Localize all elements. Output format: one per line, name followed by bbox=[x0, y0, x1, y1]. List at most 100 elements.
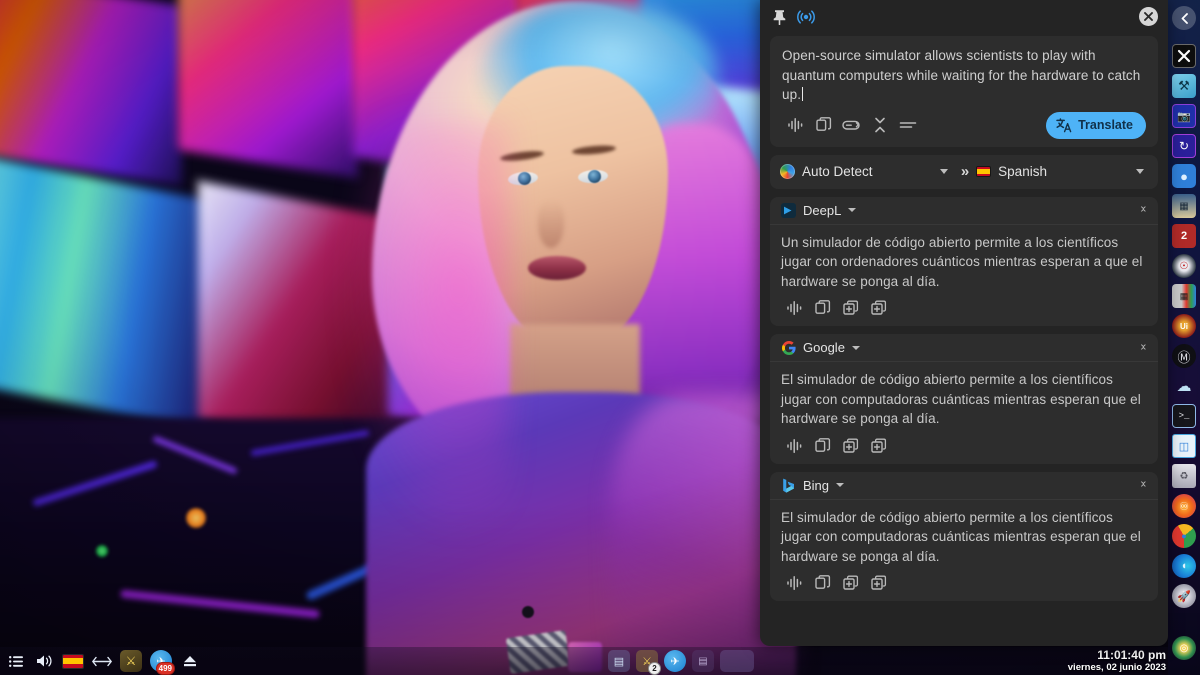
keyboard-language-flag-icon[interactable] bbox=[62, 653, 84, 669]
menu-list-icon[interactable] bbox=[6, 651, 26, 671]
telegram-badge: 499 bbox=[155, 662, 175, 675]
dock-item-tools[interactable]: ⚒ bbox=[1172, 74, 1196, 98]
dock-item-blue-circle-app[interactable]: ● bbox=[1172, 164, 1196, 188]
swap-languages-button[interactable]: » bbox=[952, 163, 976, 180]
add-to-notes-button[interactable] bbox=[865, 434, 893, 458]
engine-card-deepl: DeepL ⌄ ⌃ Un simulador de código abierto … bbox=[770, 196, 1158, 326]
taskbar[interactable]: ⚔ ✈ 499 ▤ ⚔ 2 ✈ ▤ bbox=[0, 647, 1168, 675]
dictionary-button[interactable] bbox=[838, 113, 866, 137]
chevron-down-icon bbox=[1136, 169, 1144, 174]
engine-header-deepl[interactable]: DeepL ⌄ ⌃ bbox=[770, 197, 1158, 225]
file-manager-icon: ◫ bbox=[1178, 440, 1190, 453]
add-to-collection-button[interactable] bbox=[837, 296, 865, 320]
dock-item-terminal[interactable]: >_ bbox=[1172, 404, 1196, 428]
volume-speaker-icon[interactable] bbox=[34, 651, 54, 671]
close-button[interactable] bbox=[1139, 7, 1158, 26]
dock-item-file-manager[interactable]: ◫ bbox=[1172, 434, 1196, 458]
eject-icon[interactable] bbox=[180, 651, 200, 671]
format-lines-button[interactable] bbox=[894, 113, 922, 137]
collapse-button[interactable] bbox=[866, 113, 894, 137]
translate-icon bbox=[1056, 117, 1072, 132]
source-text-value: Open-source simulator allows scientists … bbox=[782, 48, 1145, 102]
broadcast-icon[interactable] bbox=[796, 7, 816, 27]
translate-button[interactable]: Translate bbox=[1046, 111, 1146, 139]
dock-item-speed-gauge[interactable]: ☉ bbox=[1172, 254, 1196, 278]
target-language-selector[interactable]: Spanish bbox=[976, 164, 1148, 179]
translator-panel: Open-source simulator allows scientists … bbox=[760, 0, 1168, 646]
chevron-down-icon[interactable] bbox=[848, 208, 857, 212]
engine-body-bing: El simulador de código abierto permite a… bbox=[770, 500, 1158, 602]
add-to-collection-button[interactable] bbox=[837, 571, 865, 595]
engine-card-bing: Bing ⌄ ⌃ El simulador de código abierto p… bbox=[770, 471, 1158, 602]
dock-item-firefox[interactable]: ♾ bbox=[1172, 494, 1196, 518]
taskbar-window-4[interactable] bbox=[720, 650, 754, 672]
copy-result-button[interactable] bbox=[809, 571, 837, 595]
globe-icon bbox=[780, 164, 795, 179]
engine-result-deepl: Un simulador de código abierto permite a… bbox=[781, 234, 1143, 289]
engine-toolbar-bing[interactable] bbox=[781, 571, 1147, 595]
add-to-notes-button[interactable] bbox=[865, 296, 893, 320]
engine-toolbar-google[interactable] bbox=[781, 434, 1147, 458]
media-player-icon: Ⓜ bbox=[1177, 349, 1191, 365]
taskbar-window-3[interactable]: ▤ bbox=[692, 650, 714, 672]
taskbar-window-telegram[interactable]: ✈ bbox=[664, 650, 686, 672]
taskbar-window-1[interactable]: ▤ bbox=[608, 650, 630, 672]
taskbar-tray[interactable]: ⚔ ✈ 499 bbox=[6, 650, 200, 675]
clock: 11:01:40 pm viernes, 02 junio 2023 bbox=[1067, 648, 1166, 674]
dock-back-button[interactable] bbox=[1172, 6, 1196, 30]
screen: ⚒ 📷 ↻ ● ▦ 2 ☉ ▦ Ui Ⓜ ☁ >_ ◫ ♻ ♾ ● ◖ 🚀 ◎ … bbox=[0, 0, 1200, 675]
dock-item-media-player[interactable]: Ⓜ bbox=[1172, 344, 1196, 368]
clock-date: viernes, 02 junio 2023 bbox=[1067, 662, 1166, 674]
add-to-collection-button[interactable] bbox=[837, 434, 865, 458]
dock-item-screenshot[interactable]: 📷 bbox=[1172, 104, 1196, 128]
source-text-input[interactable]: Open-source simulator allows scientists … bbox=[782, 46, 1146, 105]
dock-item-chrome[interactable]: ● bbox=[1172, 524, 1196, 548]
collapse-toggle-google[interactable]: ⌄ ⌃ bbox=[1139, 338, 1148, 357]
speak-source-button[interactable] bbox=[782, 113, 810, 137]
copy-result-button[interactable] bbox=[809, 434, 837, 458]
source-toolbar[interactable]: Translate bbox=[782, 111, 1146, 139]
color-picker-icon: ▦ bbox=[1179, 290, 1189, 301]
engine-toolbar-deepl[interactable] bbox=[781, 296, 1147, 320]
speak-result-button[interactable] bbox=[781, 434, 809, 458]
add-to-notes-button[interactable] bbox=[865, 571, 893, 595]
dock-item-cloud-sync[interactable]: ☁ bbox=[1172, 374, 1196, 398]
dock-item-app-store[interactable]: ◎ bbox=[1172, 636, 1196, 660]
deepl-logo-icon bbox=[781, 202, 796, 218]
collapse-toggle-deepl[interactable]: ⌄ ⌃ bbox=[1139, 201, 1148, 220]
source-language-selector[interactable]: Auto Detect bbox=[780, 164, 952, 179]
dock-item-color-picker[interactable]: ▦ bbox=[1172, 284, 1196, 308]
chevron-down-icon[interactable] bbox=[851, 345, 860, 350]
dock-item-xnview[interactable] bbox=[1172, 44, 1196, 68]
dock-item-ui-app[interactable]: Ui bbox=[1172, 314, 1196, 338]
dock-item-edge[interactable]: ◖ bbox=[1172, 554, 1196, 578]
chevron-down-icon[interactable] bbox=[836, 483, 845, 487]
right-dock[interactable]: ⚒ 📷 ↻ ● ▦ 2 ☉ ▦ Ui Ⓜ ☁ >_ ◫ ♻ ♾ ● ◖ 🚀 ◎ bbox=[1168, 0, 1200, 675]
telegram-tray-icon[interactable]: ✈ 499 bbox=[150, 650, 175, 675]
flag-spain-icon bbox=[976, 166, 992, 177]
taskbar-apps[interactable]: ▤ ⚔ 2 ✈ ▤ bbox=[200, 650, 1162, 675]
copy-result-button[interactable] bbox=[809, 296, 837, 320]
resize-arrows-icon[interactable] bbox=[92, 651, 112, 671]
speak-result-button[interactable] bbox=[781, 571, 809, 595]
dock-item-photo-viewer[interactable]: ▦ bbox=[1172, 194, 1196, 218]
clock-time: 11:01:40 pm bbox=[1097, 648, 1166, 663]
translate-button-label: Translate bbox=[1078, 118, 1133, 132]
copy-source-button[interactable] bbox=[810, 113, 838, 137]
dock-item-trash[interactable]: ♻ bbox=[1172, 464, 1196, 488]
speak-result-button[interactable] bbox=[781, 296, 809, 320]
tools-icon: ⚒ bbox=[1178, 78, 1190, 93]
engine-name-deepl: DeepL bbox=[803, 202, 842, 218]
taskbar-window-2[interactable]: ⚔ 2 bbox=[636, 650, 661, 675]
cloud-sync-icon: ☁ bbox=[1176, 378, 1192, 395]
dock-item-pdf-tool[interactable]: 2 bbox=[1172, 224, 1196, 248]
collapse-toggle-bing[interactable]: ⌄ ⌃ bbox=[1139, 476, 1148, 495]
pin-icon[interactable] bbox=[770, 8, 788, 26]
xnview-tray-icon[interactable]: ⚔ bbox=[120, 650, 142, 672]
engine-header-google[interactable]: Google ⌄ ⌃ bbox=[770, 334, 1158, 362]
engine-header-bing[interactable]: Bing ⌄ ⌃ bbox=[770, 472, 1158, 500]
dock-item-screen-record[interactable]: ↻ bbox=[1172, 134, 1196, 158]
dock-item-rocket-launcher[interactable]: 🚀 bbox=[1172, 584, 1196, 608]
language-bar: Auto Detect » Spanish bbox=[770, 154, 1158, 189]
engine-result-bing: El simulador de código abierto permite a… bbox=[781, 509, 1141, 564]
